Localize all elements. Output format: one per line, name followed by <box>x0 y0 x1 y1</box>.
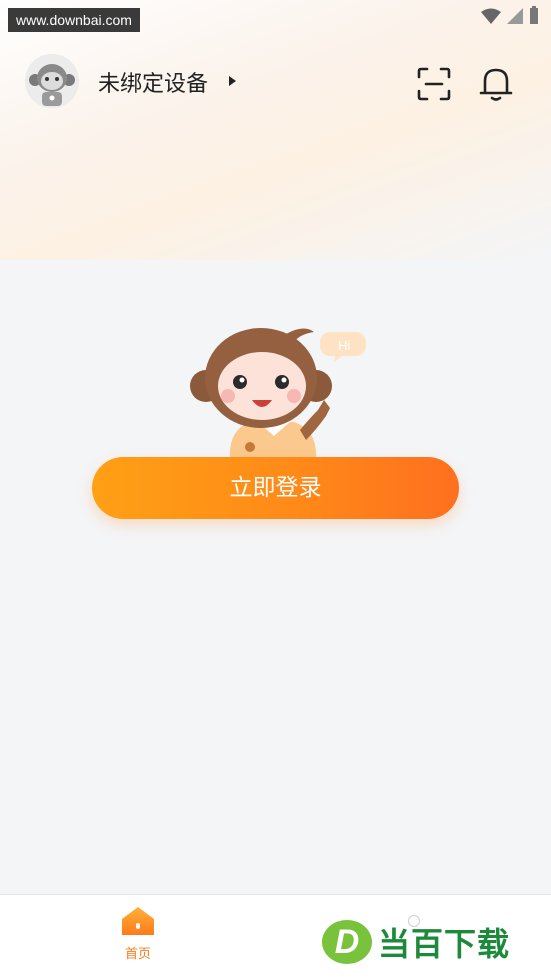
tab-home-label: 首页 <box>124 947 151 962</box>
notification-button[interactable] <box>476 64 516 104</box>
device-title[interactable]: 未绑定设备 <box>98 66 208 98</box>
wifi-icon <box>481 8 501 24</box>
status-bar <box>481 6 539 24</box>
header-background <box>0 0 551 260</box>
speech-text: Hi <box>338 338 350 353</box>
watermark: www.downbai.com <box>8 8 140 32</box>
scan-button[interactable] <box>414 64 454 104</box>
login-button[interactable]: 立即登录 <box>92 457 459 519</box>
scan-icon <box>417 67 451 101</box>
signal-icon <box>507 8 523 24</box>
tab-home[interactable]: 首页 <box>108 905 168 962</box>
monkey-avatar-icon <box>25 54 79 108</box>
bell-icon <box>479 68 513 101</box>
brand-watermark: D 当百下载 <box>322 919 542 965</box>
caret-right-icon[interactable] <box>229 76 236 86</box>
monkey-mascot: Hi <box>190 328 366 460</box>
brand-d-icon: D <box>322 920 372 964</box>
brand-name: 当百下载 <box>378 925 511 963</box>
avatar[interactable] <box>25 54 79 108</box>
home-icon <box>122 907 154 935</box>
battery-icon <box>530 6 538 24</box>
